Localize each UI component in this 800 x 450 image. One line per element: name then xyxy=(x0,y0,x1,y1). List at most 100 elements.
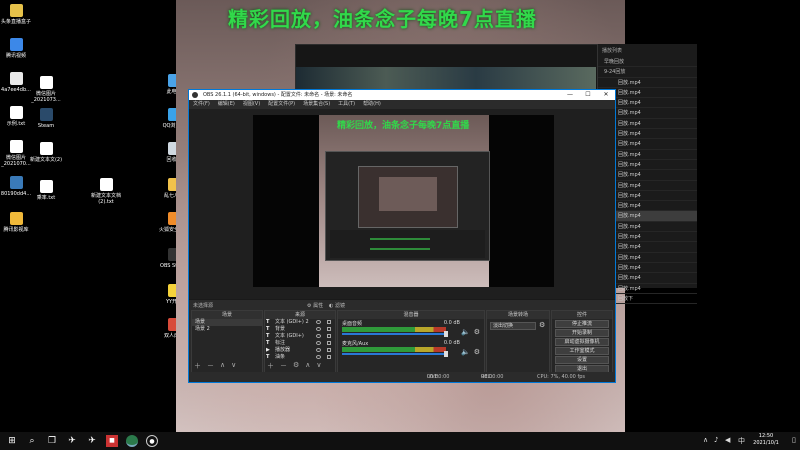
maximize-icon[interactable]: ☐ xyxy=(579,90,597,100)
app-icon-1[interactable]: ✈ xyxy=(66,435,78,447)
menu-item[interactable]: 配置文件(P) xyxy=(268,100,295,109)
source-item[interactable]: T 油条 xyxy=(265,354,335,361)
source-up-icon[interactable]: ∧ xyxy=(305,361,310,371)
lock-icon[interactable] xyxy=(327,334,331,338)
lock-icon[interactable] xyxy=(327,348,331,352)
source-item[interactable]: T 文本 (GDI+) 2 xyxy=(265,319,335,326)
control-button[interactable]: 开始录制 xyxy=(555,329,609,337)
transition-settings-icon[interactable]: ⚙ xyxy=(539,321,545,329)
menu-item[interactable]: 编辑(E) xyxy=(218,100,235,109)
desktop-icon[interactable]: 腾讯影视库 xyxy=(0,212,36,233)
desktop-icon[interactable]: 头条直播盒子 xyxy=(0,4,36,25)
notification-icon[interactable]: ▯ xyxy=(792,436,796,444)
source-item[interactable]: ▶ 播放器 xyxy=(265,347,335,354)
lock-icon[interactable] xyxy=(327,320,331,324)
close-icon[interactable]: ✕ xyxy=(597,90,615,100)
menu-item[interactable]: 视图(V) xyxy=(243,100,260,109)
desktop-icon[interactable]: 乘率.txt xyxy=(26,180,66,201)
search-icon[interactable]: ⌕ xyxy=(26,435,38,447)
sources-dock: 来源 T 文本 (GDI+) 2 T 背景 T 文本 (GDI+) T 标注 ▶ 播放器 T 油条 ＋… xyxy=(264,310,336,374)
control-button[interactable]: 启动虚拟摄像机 xyxy=(555,338,609,346)
transitions-dock: 场景转场 淡出切换 ⚙ xyxy=(486,310,550,374)
visibility-eye-icon[interactable] xyxy=(316,327,321,331)
menu-item[interactable]: 文件(F) xyxy=(193,100,210,109)
desktop-icon[interactable]: 腾讯视频 xyxy=(0,38,36,59)
source-type-icon: T xyxy=(266,340,270,346)
volume-fader[interactable] xyxy=(342,351,448,357)
taskbar-clock[interactable]: 12:50 2021/10/1 xyxy=(746,433,786,447)
desktop-icon-label: 腾讯视频 xyxy=(5,53,26,59)
desktop-icon[interactable]: 新建文本文档(2).txt xyxy=(86,178,126,205)
add-source-icon[interactable]: ＋ xyxy=(267,361,274,371)
sources-dock-title: 来源 xyxy=(265,311,335,319)
windows-start-icon[interactable]: ⊞ xyxy=(6,435,18,447)
visibility-eye-icon[interactable] xyxy=(316,341,321,345)
control-button[interactable]: 工作室模式 xyxy=(555,347,609,355)
menu-item[interactable]: 工具(T) xyxy=(338,100,355,109)
speaker-icon[interactable]: 🔈 xyxy=(461,328,470,336)
visibility-eye-icon[interactable] xyxy=(316,348,321,352)
playlist-folder[interactable]: 早晚回放 xyxy=(598,57,697,68)
input-method-label[interactable]: 中 xyxy=(738,436,745,446)
audio-level-meter xyxy=(342,327,446,332)
desktop-icon-image xyxy=(9,72,23,85)
obs-taskbar-icon[interactable]: ● xyxy=(146,435,158,447)
source-item[interactable]: T 背景 xyxy=(265,326,335,333)
move-down-icon[interactable]: ∨ xyxy=(231,361,236,371)
lock-icon[interactable] xyxy=(327,341,331,345)
speaker-icon[interactable]: 🔈 xyxy=(461,348,470,356)
source-type-icon: ▶ xyxy=(266,347,270,353)
filters-button[interactable]: ◐ 滤镜 xyxy=(329,302,345,309)
playlist-folder[interactable]: 9-24回放 xyxy=(598,67,697,78)
app-icon-2[interactable]: ✈ xyxy=(86,435,98,447)
desktop-icon-image xyxy=(39,108,53,121)
source-settings-icon[interactable]: ⚙ xyxy=(293,361,299,371)
properties-button[interactable]: ⚙ 属性 xyxy=(307,302,323,309)
playlist-title: 播放列表 xyxy=(602,48,623,54)
desktop-icon-image xyxy=(9,212,23,225)
desktop-icon-image xyxy=(39,76,53,89)
desktop-icon[interactable]: 微信图片_2021073... xyxy=(26,76,66,103)
transition-select[interactable]: 淡出切换 xyxy=(490,322,536,330)
source-type-icon: T xyxy=(266,319,270,325)
minimize-icon[interactable]: — xyxy=(561,90,579,100)
obs-menubar: 文件(F) 编辑(E) 视图(V) 配置文件(P) 场景集合(S) 工具(T) 帮助(H) xyxy=(189,100,615,109)
lock-icon[interactable] xyxy=(327,355,331,359)
control-button[interactable]: 设置 xyxy=(555,356,609,364)
remove-source-icon[interactable]: － xyxy=(280,361,287,371)
visibility-eye-icon[interactable] xyxy=(316,320,321,324)
menu-item[interactable]: 帮助(H) xyxy=(363,100,381,109)
source-down-icon[interactable]: ∨ xyxy=(316,361,321,371)
source-item[interactable]: T 文本 (GDI+) xyxy=(265,333,335,340)
volume-icon[interactable]: ◀ xyxy=(725,436,730,444)
browser-icon[interactable] xyxy=(126,435,138,447)
volume-fader[interactable] xyxy=(342,331,448,337)
playlist-item[interactable]: 回放.mp4 xyxy=(598,78,697,88)
mixer-settings-icon[interactable]: ⚙ xyxy=(474,348,480,356)
tray-expand-icon[interactable]: ∧ xyxy=(703,436,708,444)
desktop-icon-image xyxy=(9,38,23,51)
move-up-icon[interactable]: ∧ xyxy=(220,361,225,371)
visibility-eye-icon[interactable] xyxy=(316,355,321,359)
desktop-icon[interactable]: 新建文本文(2) xyxy=(26,142,66,163)
visibility-eye-icon[interactable] xyxy=(316,334,321,338)
desktop-icon[interactable]: Steam xyxy=(26,108,66,129)
app-icon-3[interactable]: ■ xyxy=(106,435,118,447)
scene-item[interactable]: 场景 2 xyxy=(192,326,262,333)
add-scene-icon[interactable]: ＋ xyxy=(194,361,201,371)
mic-icon[interactable]: ♪ xyxy=(714,436,718,444)
mixer-settings-icon[interactable]: ⚙ xyxy=(474,328,480,336)
scene-item[interactable]: 场景 xyxy=(192,319,262,326)
controls-dock-title: 控件 xyxy=(552,311,612,319)
source-item[interactable]: T 标注 xyxy=(265,340,335,347)
task-view-icon[interactable]: ❐ xyxy=(46,435,58,447)
menu-item[interactable]: 场景集合(S) xyxy=(303,100,330,109)
desktop-icon-label: 新建文本文档(2).txt xyxy=(90,193,121,205)
lock-icon[interactable] xyxy=(327,327,331,331)
sources-toolbar: ＋ － ⚙ ∧ ∨ xyxy=(267,361,322,371)
desktop-icon-label: 腾讯影视库 xyxy=(3,227,29,233)
control-button[interactable]: 停止推流 xyxy=(555,320,609,328)
remove-scene-icon[interactable]: － xyxy=(207,361,214,371)
preview-canvas[interactable]: 精彩回放，油条念子每晚7点直播 xyxy=(253,115,554,287)
video-overlay-title: 精彩回放，油条念子每晚7点直播 xyxy=(228,7,537,31)
